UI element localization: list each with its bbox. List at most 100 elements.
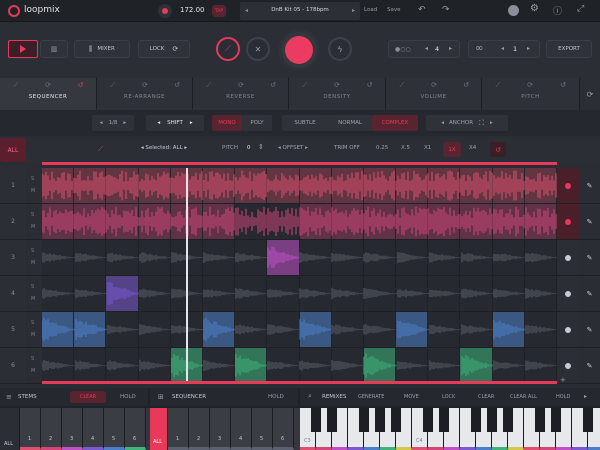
wand-icon[interactable]: ⟋ (97, 78, 129, 92)
track-row[interactable]: 6 S M ✎ (0, 348, 600, 384)
play-button[interactable] (8, 40, 38, 58)
track-record-button[interactable] (557, 276, 579, 311)
load-button[interactable]: Load (364, 7, 377, 13)
piano-black-key[interactable] (423, 408, 433, 432)
speed-x1-button[interactable]: X1 (424, 145, 431, 151)
edit-track-icon[interactable]: ✎ (579, 312, 600, 347)
clear-all-button[interactable]: CLEAR ALL (510, 394, 537, 400)
edit-track-icon[interactable]: ✎ (579, 240, 600, 275)
stepper-icon[interactable]: ⇕ (258, 143, 264, 151)
main-record-button[interactable] (278, 29, 320, 71)
edit-track-icon[interactable]: ✎ (579, 276, 600, 311)
tab-volume[interactable]: ⟋ ⟳ ↺ VOLUME (386, 78, 482, 110)
redo-icon[interactable]: ↷ (442, 5, 450, 15)
sequencer-key[interactable]: 1 (168, 408, 189, 450)
tab-reverse[interactable]: ⟋ ⟳ ↺ REVERSE (193, 78, 289, 110)
tap-tempo-button[interactable]: TAP (212, 5, 226, 17)
wand-icon[interactable]: ⟋ (0, 78, 32, 92)
tab-density[interactable]: ⟋ ⟳ ↺ DENSITY (289, 78, 386, 110)
track-number[interactable]: 1 (0, 168, 26, 203)
user-icon[interactable] (508, 5, 519, 16)
track-number[interactable]: 6 (0, 348, 26, 383)
refresh-icon[interactable]: ⟳ (321, 78, 353, 92)
piano-black-key[interactable] (439, 408, 449, 432)
boost-button[interactable]: ϟ (328, 37, 352, 61)
kit-next-icon[interactable]: ▸ (352, 7, 355, 14)
solo-button[interactable]: S (31, 356, 34, 362)
piano-black-key[interactable] (311, 408, 321, 432)
piano-black-key[interactable] (471, 408, 481, 432)
randomize-button[interactable]: ⟋ (216, 37, 240, 61)
piano-black-key[interactable] (535, 408, 545, 432)
remix-lock-button[interactable]: LOCK (442, 394, 455, 400)
info-icon[interactable]: ⓘ (553, 4, 562, 17)
refresh-icon[interactable]: ⟳ (225, 78, 257, 92)
piano-black-key[interactable] (327, 408, 337, 432)
undo-icon[interactable]: ↺ (257, 78, 289, 92)
piano-black-key[interactable] (391, 408, 401, 432)
kit-selector[interactable]: ◂ DnB Kit 05 - 178bpm ▸ (240, 2, 360, 20)
settings-icon[interactable]: ⚙ (530, 3, 539, 14)
playhead[interactable] (186, 168, 188, 384)
mono-button[interactable]: MONO (212, 115, 242, 131)
loop-prev-icon[interactable]: ◂ (501, 45, 504, 52)
select-all-button[interactable]: ALL (0, 138, 26, 162)
piano-black-key[interactable] (503, 408, 513, 432)
wand-icon[interactable]: ⟋ (289, 78, 321, 92)
tempo-display[interactable]: 172.00 (180, 6, 205, 14)
normal-button[interactable]: NORMAL (328, 115, 372, 131)
undo-icon[interactable]: ↺ (161, 78, 193, 92)
track-record-button[interactable] (557, 168, 579, 203)
track-lane[interactable] (42, 348, 557, 383)
track-record-button[interactable] (557, 312, 579, 347)
track-lane[interactable] (42, 168, 557, 203)
track-lane[interactable] (42, 204, 557, 239)
subtle-button[interactable]: SUBTLE (282, 115, 328, 131)
undo-icon[interactable]: ↺ (64, 78, 97, 92)
solo-button[interactable]: S (31, 176, 34, 182)
track-record-button[interactable] (557, 240, 579, 275)
reset-all-button[interactable]: ⟳ (580, 78, 600, 110)
record-button[interactable] (158, 4, 172, 18)
sequencer-key[interactable]: 5 (252, 408, 273, 450)
stems-all-key[interactable]: ALL (0, 408, 20, 450)
keyboard-view-button[interactable]: ▥ (40, 40, 68, 58)
sequencer-key[interactable]: 3 (210, 408, 231, 450)
sequencer-hold-button[interactable]: HOLD (268, 394, 284, 400)
track-row[interactable]: 1 S M ✎ (0, 168, 600, 204)
track-number[interactable]: 2 (0, 204, 26, 239)
undo-icon[interactable]: ↺ (353, 78, 386, 92)
selected-tracks-selector[interactable]: ◂ Selected: ALL ▸ (118, 145, 210, 151)
pattern-counter[interactable]: ●○○ ◂ 4 ▸ (388, 40, 460, 58)
sequencer-key[interactable]: 2 (189, 408, 210, 450)
track-row[interactable]: 4 S M ✎ (0, 276, 600, 312)
sequencer-key[interactable]: 6 (273, 408, 294, 450)
stem-key[interactable]: 3 (62, 408, 83, 450)
save-button[interactable]: Save (387, 7, 401, 13)
shift-control[interactable]: ◂ SHIFT ▸ (146, 115, 204, 131)
piano-black-key[interactable] (583, 408, 593, 432)
remix-hold-button[interactable]: HOLD (556, 394, 570, 400)
lock-button[interactable]: LOCK ⟳ (138, 40, 190, 58)
track-number[interactable]: 4 (0, 276, 26, 311)
stems-hold-button[interactable]: HOLD (120, 394, 136, 400)
track-number[interactable]: 5 (0, 312, 26, 347)
stem-key[interactable]: 2 (41, 408, 62, 450)
complex-button[interactable]: COMPLEX (372, 115, 418, 131)
wand-icon[interactable]: ⟋ (193, 78, 225, 92)
track-row[interactable]: 2 S M ✎ (0, 204, 600, 240)
mute-button[interactable]: M (31, 224, 35, 230)
anchor-control[interactable]: ◂ ANCHOR ⛶ ▸ (426, 115, 508, 131)
sequencer-grid[interactable]: 1 S M ✎ 2 S M ✎ 3 S M ✎ 4 S M ✎ 5 S M ✎ 6 S M ✎ + (0, 162, 600, 387)
pitch-value[interactable]: 0 (247, 145, 251, 151)
edit-track-icon[interactable]: ✎ (579, 204, 600, 239)
trim-toggle[interactable]: TRIM OFF (334, 145, 360, 151)
solo-button[interactable]: S (31, 212, 34, 218)
piano-black-key[interactable] (359, 408, 369, 432)
speed-half-button[interactable]: X.5 (401, 145, 410, 151)
pattern-next-icon[interactable]: ▸ (449, 45, 452, 52)
edit-track-icon[interactable]: ✎ (579, 168, 600, 203)
tab-re-arrange[interactable]: ⟋ ⟳ ↺ RE-ARRANGE (97, 78, 193, 110)
track-number[interactable]: 3 (0, 240, 26, 275)
speed-quarter-button[interactable]: 0.25 (376, 145, 388, 151)
